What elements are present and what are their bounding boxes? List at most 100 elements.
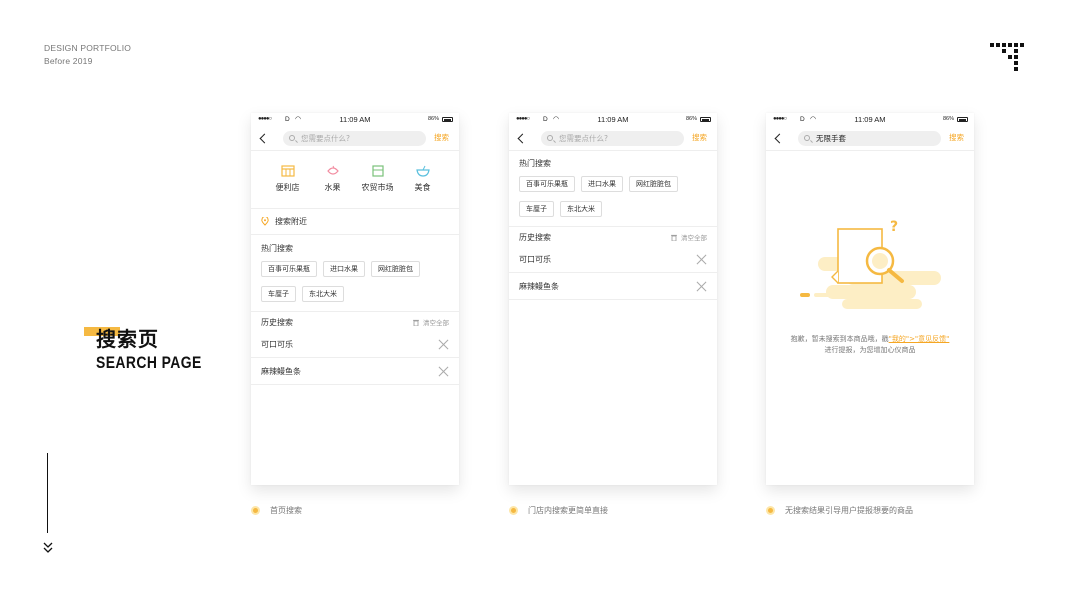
close-icon[interactable]: [696, 281, 707, 292]
history-item-label: 麻辣鳗鱼条: [519, 282, 559, 291]
history-item[interactable]: 麻辣鳗鱼条: [509, 273, 717, 300]
search-navbar: 您需要点什么? 搜索: [251, 127, 459, 151]
search-navbar: 您需要点什么? 搜索: [509, 127, 717, 151]
search-button[interactable]: 搜索: [692, 132, 707, 143]
hot-tag[interactable]: 百事可乐果瓶: [261, 261, 317, 277]
search-navbar: 无限手套 搜索: [766, 127, 974, 151]
section-title-en: SEARCH PAGE: [96, 353, 202, 372]
hot-tag[interactable]: 网红脏脏包: [371, 261, 420, 277]
history-search-header: 历史搜索 清空全部: [509, 230, 717, 246]
section-title: 搜索页 SEARCH PAGE: [84, 326, 225, 374]
no-result-message: 抱歉，暂未搜索到本商品哦，戳"我的">"意见反馈" 进行提报，为您增加心仪商品: [766, 334, 974, 356]
status-bar: ●●●●○ D ◠ 11:09 AM 86%: [251, 113, 459, 127]
caption-no-result: 无搜索结果引导用户提报想要的商品: [766, 505, 913, 516]
vertical-divider: [47, 453, 48, 533]
caption-text: 首页搜索: [270, 506, 302, 515]
hot-tag[interactable]: 网红脏脏包: [629, 176, 678, 192]
category-label: 美食: [414, 183, 431, 192]
clear-all-button[interactable]: 清空全部: [671, 230, 707, 246]
search-value: 无限手套: [816, 134, 846, 143]
double-chevron-down-icon[interactable]: [43, 541, 53, 555]
clear-all-label: 清空全部: [681, 234, 707, 242]
hot-search-title: 热门搜索: [261, 244, 293, 253]
category-label: 农贸市场: [361, 183, 394, 192]
portfolio-brand: DESIGN PORTFOLIO Before 2019: [44, 42, 131, 68]
caption-store-search: 门店内搜索更简单直接: [509, 505, 608, 516]
phone-screen-store-search: ●●●●○ D ◠ 11:09 AM 86% 您需要点什么? 搜索 热门搜索 百…: [509, 113, 717, 485]
svg-text:?: ?: [890, 219, 898, 235]
close-icon[interactable]: [438, 339, 449, 350]
search-nearby-row[interactable]: 搜索附近: [251, 209, 459, 235]
back-icon[interactable]: [517, 133, 528, 144]
caption-home-search: 首页搜索: [251, 505, 302, 516]
no-result-text-line2: 进行提报，为您增加心仪商品: [824, 346, 916, 354]
trash-icon: [671, 234, 677, 241]
caption-text: 无搜索结果引导用户提报想要的商品: [785, 506, 913, 515]
close-icon[interactable]: [438, 366, 449, 377]
clear-all-label: 清空全部: [423, 319, 449, 327]
phone-screen-home-search: ●●●●○ D ◠ 11:09 AM 86% 您需要点什么? 搜索 便利店 水果…: [251, 113, 459, 485]
search-input[interactable]: 无限手套: [798, 131, 941, 146]
history-title: 历史搜索: [261, 318, 293, 327]
caption-bullet-icon: [251, 506, 260, 515]
no-result-illustration: ?: [800, 219, 941, 309]
hot-tag[interactable]: 东北大米: [302, 286, 344, 302]
search-icon: [547, 135, 553, 141]
search-input[interactable]: 您需要点什么?: [283, 131, 426, 146]
search-placeholder: 您需要点什么?: [301, 134, 350, 143]
category-fruit[interactable]: 水果: [313, 165, 353, 208]
category-store[interactable]: 便利店: [268, 165, 308, 208]
battery-percent: 86%: [942, 116, 954, 122]
battery-icon: [700, 117, 711, 122]
caption-text: 门店内搜索更简单直接: [528, 506, 608, 515]
category-grid: 便利店 水果 农贸市场 美食: [251, 151, 459, 209]
hot-tag[interactable]: 进口水果: [581, 176, 623, 192]
back-icon[interactable]: [774, 133, 785, 144]
category-food[interactable]: 美食: [403, 165, 443, 208]
battery-percent: 86%: [685, 116, 697, 122]
phone-screen-no-result: ●●●●○ D ◠ 11:09 AM 86% 无限手套 搜索 ? 抱歉，暂未搜索…: [766, 113, 974, 485]
section-title-zh: 搜索页: [96, 327, 159, 351]
store-icon: [280, 165, 295, 177]
battery-icon: [957, 117, 968, 122]
feedback-link[interactable]: "我的">"意见反馈": [889, 335, 950, 343]
status-bar: ●●●●○ D ◠ 11:09 AM 86%: [509, 113, 717, 127]
history-search-header: 历史搜索 清空全部: [251, 315, 459, 331]
category-label: 便利店: [275, 183, 300, 192]
clear-all-button[interactable]: 清空全部: [413, 315, 449, 331]
category-label: 水果: [324, 183, 341, 192]
back-icon[interactable]: [259, 133, 270, 144]
hot-search-tags: 百事可乐果瓶 进口水果 网红脏脏包 车厘子 东北大米: [251, 257, 459, 311]
nearby-label: 搜索附近: [275, 217, 307, 226]
trash-icon: [413, 319, 419, 326]
status-bar: ●●●●○ D ◠ 11:09 AM 86%: [766, 113, 974, 127]
history-item-label: 可口可乐: [519, 255, 551, 264]
hot-tag[interactable]: 百事可乐果瓶: [519, 176, 575, 192]
search-placeholder: 您需要点什么?: [559, 134, 608, 143]
hot-tag[interactable]: 东北大米: [560, 201, 602, 217]
history-item[interactable]: 可口可乐: [251, 331, 459, 358]
history-item-label: 可口可乐: [261, 340, 293, 349]
search-button[interactable]: 搜索: [434, 132, 449, 143]
search-button[interactable]: 搜索: [949, 132, 964, 143]
brand-title: DESIGN PORTFOLIO: [44, 43, 132, 53]
location-pin-icon: [261, 217, 269, 226]
food-icon: [415, 165, 430, 177]
hot-tag[interactable]: 进口水果: [323, 261, 365, 277]
no-result-text: 抱歉，暂未搜索到本商品哦，戳: [790, 335, 889, 343]
battery-icon: [442, 117, 453, 122]
search-icon: [804, 135, 810, 141]
close-icon[interactable]: [696, 254, 707, 265]
history-item[interactable]: 可口可乐: [509, 246, 717, 273]
search-input[interactable]: 您需要点什么?: [541, 131, 684, 146]
caption-bullet-icon: [509, 506, 518, 515]
hot-search-title: 热门搜索: [519, 159, 551, 168]
category-market[interactable]: 农贸市场: [358, 165, 398, 208]
history-item[interactable]: 麻辣鳗鱼条: [251, 358, 459, 385]
hot-tag[interactable]: 车厘子: [519, 201, 554, 217]
caption-bullet-icon: [766, 506, 775, 515]
hot-tag[interactable]: 车厘子: [261, 286, 296, 302]
fruit-icon: [326, 165, 339, 175]
battery-percent: 86%: [427, 116, 439, 122]
market-icon: [371, 165, 384, 177]
